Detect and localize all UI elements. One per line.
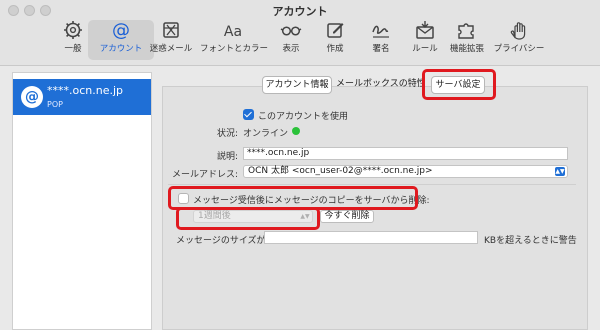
account-type: POP [47, 100, 63, 109]
gear-icon [64, 21, 82, 39]
highlight-server-tab [422, 69, 496, 100]
status-value: オンライン [243, 129, 289, 139]
tab-mailbox-behavior[interactable]: メールボックスの特性 [336, 76, 422, 94]
at-icon: @ [112, 20, 130, 40]
at-icon: @ [21, 86, 43, 108]
toolbar-label: フォントとカラー [200, 44, 269, 54]
message-size-label: メッセージのサイズが [176, 236, 266, 246]
signature-icon [372, 25, 389, 38]
status-online-dot [292, 127, 300, 135]
toolbar-privacy[interactable]: プライバシー [486, 20, 552, 60]
status-label: 状況: [216, 129, 238, 139]
message-size-field[interactable] [264, 231, 478, 244]
tab-account-info[interactable]: アカウント情報 [262, 76, 332, 94]
delete-now-button[interactable]: 今すぐ削除 [320, 210, 374, 223]
description-label: 説明: [216, 152, 238, 162]
account-item[interactable]: @ ****.ocn.ne.jp POP [13, 79, 151, 115]
toolbar-junk-mail[interactable]: 迷惑メール [138, 20, 204, 60]
compose-icon [327, 23, 344, 38]
window-titlebar: アカウント 一般 @ アカウント 迷惑メール Aa フォントとカラー 表示 作成… [0, 0, 600, 66]
account-list: @ ****.ocn.ne.jp POP [12, 72, 152, 330]
toolbar-label: 迷惑メール [149, 44, 193, 54]
window-title: アカウント [272, 5, 328, 18]
hand-icon [510, 22, 526, 40]
message-size-suffix: KBを超えるときに警告 [484, 236, 577, 246]
puzzle-icon [458, 23, 474, 39]
svg-text:@: @ [112, 20, 130, 40]
section-divider [168, 184, 576, 185]
font-icon: Aa [224, 24, 242, 40]
description-field[interactable]: ****.ocn.ne.jp [243, 147, 568, 160]
email-label: メールアドレス: [171, 170, 238, 180]
enable-account-checkbox[interactable] [243, 109, 254, 120]
chevron-updown-icon: ▲▼ [555, 167, 565, 176]
rules-icon [416, 21, 434, 39]
enable-account-label: このアカウントを使用 [258, 112, 349, 122]
junk-mail-icon [163, 22, 179, 38]
email-address-popup[interactable]: OCN 太郎 <ocn_user-02@****.ocn.ne.jp> ▲▼ [243, 165, 568, 178]
glasses-icon [280, 26, 302, 36]
highlight-delete-period [176, 207, 320, 230]
toolbar-fonts-colors[interactable]: Aa フォントとカラー [200, 20, 269, 60]
toolbar-label: プライバシー [493, 44, 545, 54]
email-address-value: OCN 太郎 <ocn_user-02@****.ocn.ne.jp> [248, 166, 433, 176]
account-name: ****.ocn.ne.jp [47, 84, 124, 97]
svg-text:Aa: Aa [224, 24, 242, 40]
